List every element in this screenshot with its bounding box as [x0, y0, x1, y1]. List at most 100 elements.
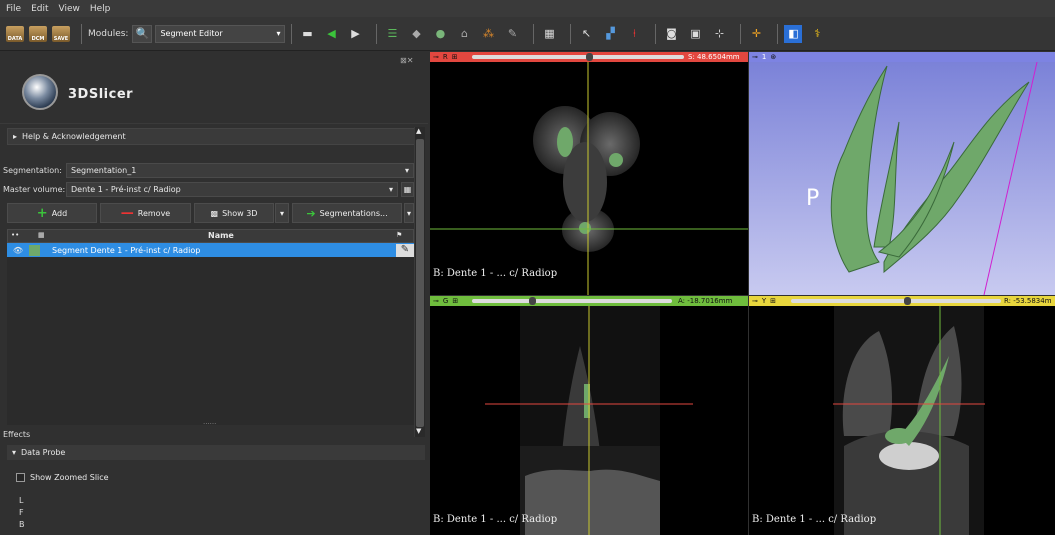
transforms-module-button[interactable]: ⌂: [455, 25, 473, 43]
data-module-button[interactable]: ☰: [383, 25, 401, 43]
link-icon[interactable]: ⊞: [452, 297, 458, 305]
visibility-column-icon[interactable]: ••: [11, 231, 19, 239]
extension-manager-button[interactable]: ◧: [784, 24, 803, 43]
green-view-controller[interactable]: ⊸ G ⊞ A: -18.7016mm: [430, 296, 748, 306]
tree-icon: ☰: [387, 27, 398, 40]
yellow-slice-view[interactable]: B: Dente 1 - ... c/ Radiop: [749, 306, 1055, 535]
red-view-controller[interactable]: ⊸ R ⊞ S: 48.6504mm: [430, 52, 748, 62]
panel-float-close-icon[interactable]: ⊠✕: [400, 56, 413, 65]
menu-help[interactable]: Help: [90, 4, 111, 14]
red-slice-view[interactable]: B: Dente 1 - ... c/ Radiop: [430, 62, 748, 295]
green-slice-offset: A: -18.7016mm: [678, 297, 733, 305]
segment-color-swatch[interactable]: [29, 244, 40, 256]
yellow-slice-slider-knob[interactable]: [903, 297, 911, 305]
slice-intersection-button[interactable]: ⊹: [710, 25, 728, 43]
logo-text: 3DSlicer: [68, 87, 134, 102]
link-icon[interactable]: ⊞: [452, 53, 458, 61]
place-fiducial-button[interactable]: ⍿: [625, 25, 643, 43]
data-probe-section[interactable]: ▾ Data Probe: [7, 445, 425, 460]
editor-module-button[interactable]: ✎: [503, 25, 521, 43]
name-column-header[interactable]: Name: [208, 231, 234, 240]
show-3d-button[interactable]: ▩ Show 3D: [194, 203, 274, 223]
save-button[interactable]: SAVE: [52, 25, 70, 42]
orientation-letter: P: [806, 186, 820, 211]
yellow-slice-slider[interactable]: [791, 299, 1001, 303]
help-acknowledgement-section[interactable]: ▸ Help & Acknowledgement: [7, 128, 417, 145]
red-slice-slider[interactable]: [472, 55, 684, 59]
green-slice-view[interactable]: B: Dente 1 - ... c/ Radiop: [430, 306, 748, 535]
save-label: SAVE: [53, 35, 69, 42]
search-icon: 🔍: [135, 27, 150, 40]
screenshot-button[interactable]: ◙: [662, 25, 680, 43]
menu-file[interactable]: File: [6, 4, 21, 14]
yellow-view-controller[interactable]: ⊸ Y ⊞ R: -53.5834m: [749, 296, 1055, 306]
threed-view-controller[interactable]: ⊸ 1 ⊛: [749, 52, 1055, 62]
green-slice-slider[interactable]: [472, 299, 672, 303]
remove-segment-button[interactable]: — Remove: [100, 203, 191, 223]
segmentations-menu-button[interactable]: ▾: [404, 203, 414, 223]
show-3d-menu-button[interactable]: ▾: [275, 203, 289, 223]
module-history-button[interactable]: ▬: [298, 25, 316, 43]
python-console-button[interactable]: ⚕: [808, 25, 826, 43]
grid-icon: ▦: [403, 185, 412, 194]
menu-edit[interactable]: Edit: [31, 4, 48, 14]
forward-button[interactable]: ▶: [346, 25, 364, 43]
master-volume-selector[interactable]: Dente 1 - Pré-inst c/ Radiop ▾: [66, 182, 398, 197]
splitter-handle[interactable]: ......: [203, 418, 216, 426]
red-slice-slider-knob[interactable]: [585, 53, 593, 61]
modules-label: Modules:: [88, 28, 129, 39]
load-data-button[interactable]: DATA: [6, 25, 24, 42]
toolbar-separator: [533, 23, 535, 44]
link-icon[interactable]: ⊞: [770, 297, 776, 305]
green-slice-image: [485, 306, 693, 535]
pencil-icon[interactable]: ✎: [396, 243, 414, 257]
segment-name[interactable]: Segment Dente 1 - Pré-inst c/ Radiop: [52, 246, 396, 255]
pin-icon[interactable]: ⊸: [752, 53, 758, 61]
panel-scrollbar[interactable]: ▲ ▼: [414, 127, 425, 437]
eye-icon[interactable]: 👁: [7, 246, 29, 255]
show-zoomed-slice-checkbox[interactable]: [16, 473, 25, 482]
table-row[interactable]: 👁 Segment Dente 1 - Pré-inst c/ Radiop ✎: [7, 243, 414, 257]
module-selected: Segment Editor: [160, 29, 223, 38]
camera-icon: ◙: [666, 27, 677, 40]
probe-letter-b: B: [19, 520, 25, 529]
toolbar-separator: [81, 23, 82, 44]
status-column-icon[interactable]: ⚑: [396, 231, 402, 239]
window-level-button[interactable]: ▞: [601, 25, 619, 43]
dicom-button[interactable]: DCM: [29, 25, 47, 42]
scrollbar-thumb[interactable]: [416, 139, 424, 427]
intersection-icon: ⊹: [714, 27, 725, 40]
segments-table-header: •• ▦ Name ⚑: [7, 229, 414, 243]
module-search-button[interactable]: 🔍: [132, 24, 153, 43]
crosshair-button[interactable]: ✛: [747, 25, 765, 43]
pin-icon[interactable]: ⊸: [752, 297, 758, 305]
menu-view[interactable]: View: [59, 4, 80, 14]
models-module-button[interactable]: ●: [431, 25, 449, 43]
link-icon[interactable]: ⊛: [770, 53, 776, 61]
threed-view[interactable]: P: [749, 62, 1055, 295]
scene-view-button[interactable]: ▣: [686, 25, 704, 43]
scroll-up-icon[interactable]: ▲: [416, 127, 421, 135]
add-label: Add: [51, 208, 68, 218]
back-button[interactable]: ◀: [322, 25, 340, 43]
cursor-icon: ↖: [581, 27, 592, 40]
brain-icon: ●: [435, 27, 446, 40]
volumes-module-button[interactable]: ◆: [407, 25, 425, 43]
probe-letter-l: L: [19, 496, 24, 505]
green-slice-slider-knob[interactable]: [529, 297, 536, 305]
scroll-down-icon[interactable]: ▼: [416, 427, 421, 435]
segmentations-button[interactable]: ➔ Segmentations...: [292, 203, 402, 223]
mouse-mode-button[interactable]: ↖: [577, 25, 595, 43]
layout-button[interactable]: ▦: [540, 25, 558, 43]
master-volume-options-button[interactable]: ▦: [401, 182, 414, 197]
module-selector[interactable]: Segment Editor ▾: [155, 24, 286, 43]
add-segment-button[interactable]: + Add: [7, 203, 97, 223]
markups-module-button[interactable]: ⁂: [479, 25, 497, 43]
segmentation-selector[interactable]: Segmentation_1 ▾: [66, 163, 414, 178]
pin-icon[interactable]: ⊸: [433, 53, 439, 61]
segmentation-label: Segmentation:: [3, 166, 62, 175]
color-column-icon[interactable]: ▦: [38, 231, 45, 239]
pin-icon[interactable]: ⊸: [433, 297, 439, 305]
data-probe-label: Data Probe: [21, 448, 66, 457]
red-slice-offset: S: 48.6504mm: [688, 53, 740, 61]
